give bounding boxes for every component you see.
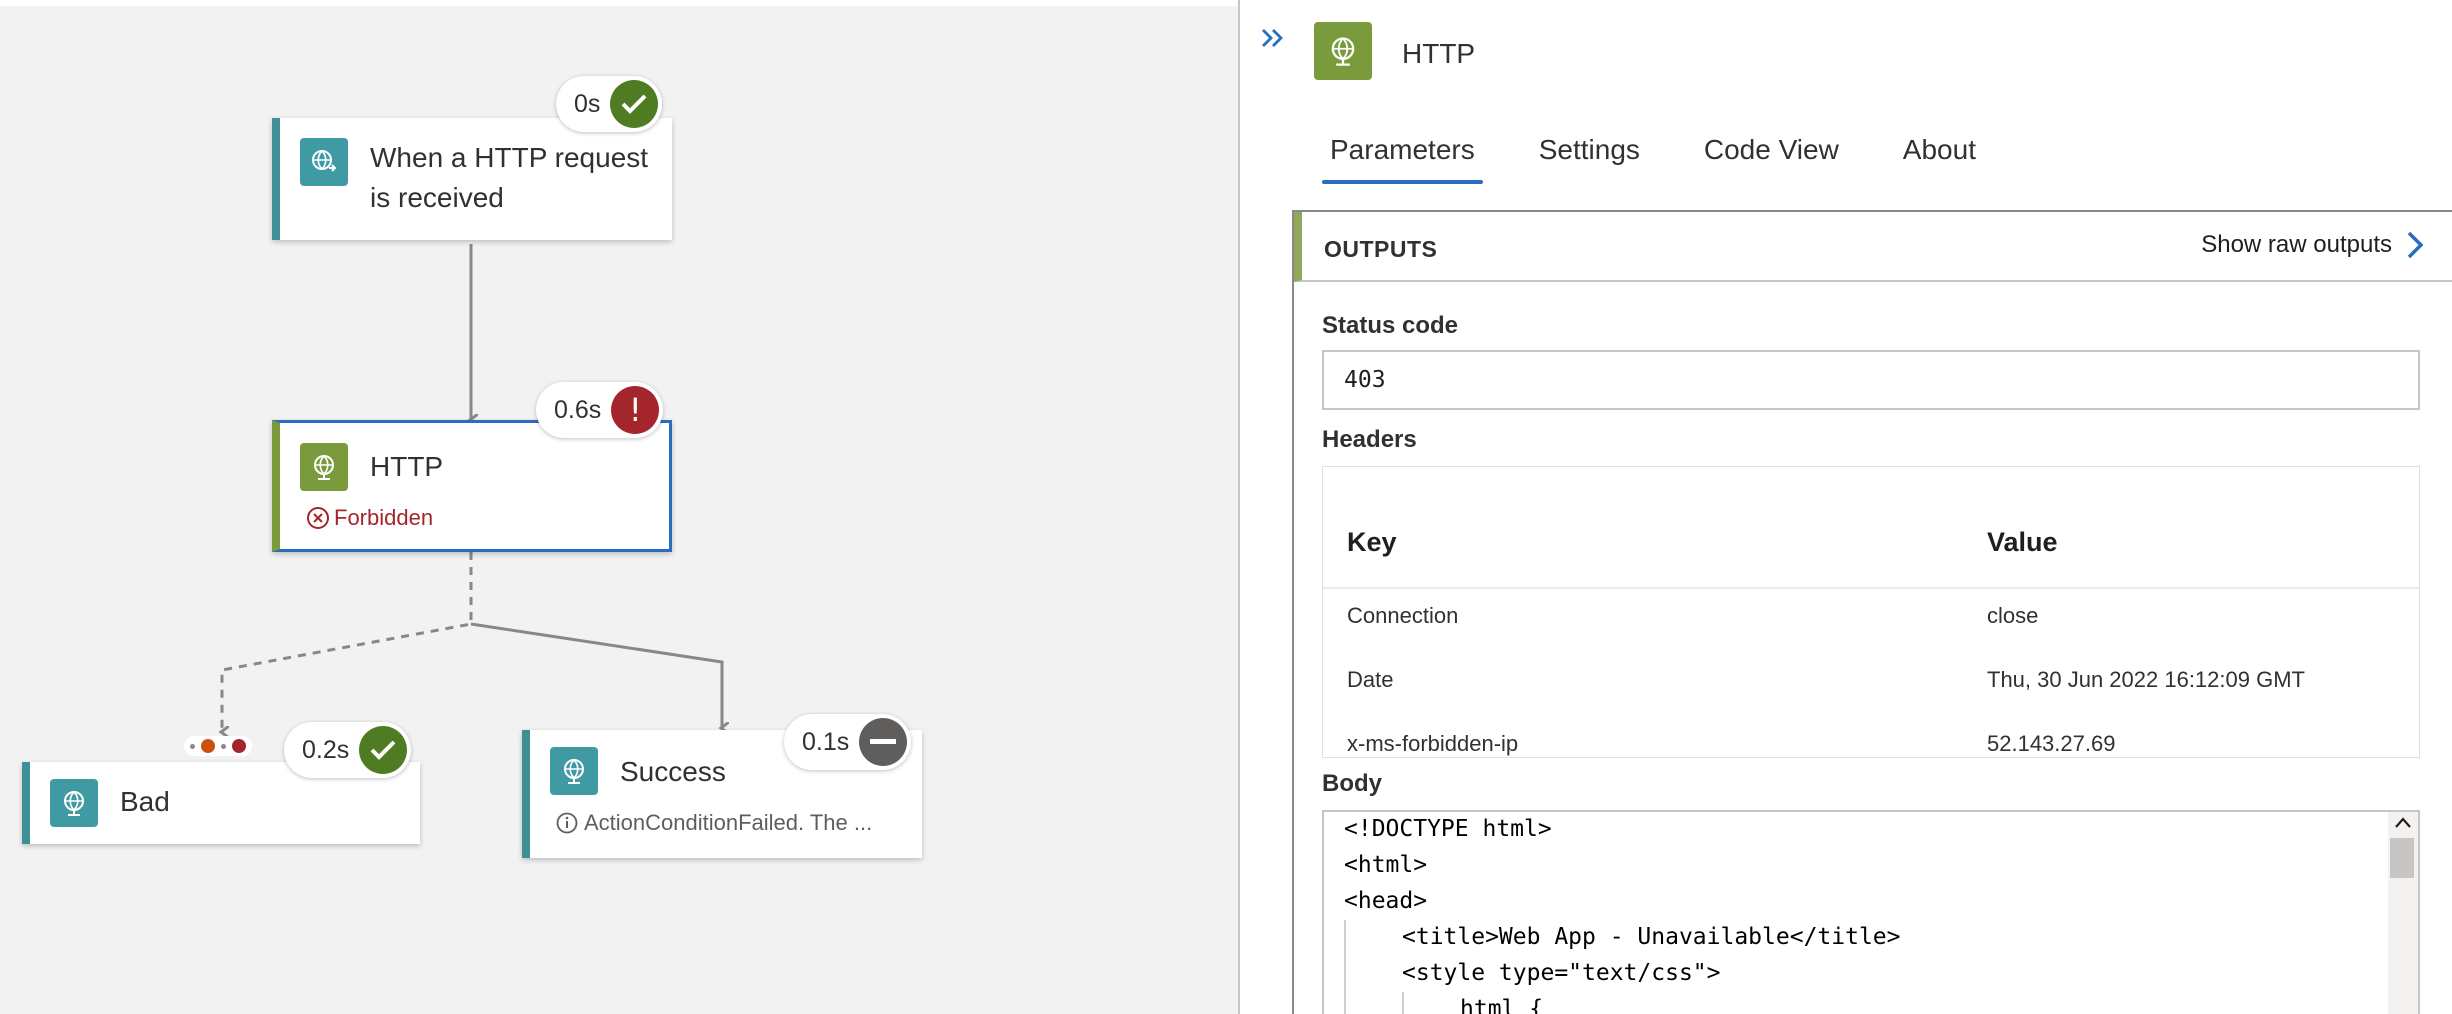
status-code-label: Status code <box>1322 312 1459 339</box>
bad-run-badge: 0.2s <box>284 722 412 778</box>
headers-label: Headers <box>1322 426 1417 453</box>
outputs-section: OUTPUTS Show raw outputs Status code 403… <box>1292 210 2452 1014</box>
skipped-icon <box>859 718 908 766</box>
body-code-editor[interactable]: <!DOCTYPE html> <html> <head> <title>Web… <box>1322 810 2420 1014</box>
success-duration: 0.1s <box>802 727 850 756</box>
tab-code-view[interactable]: Code View <box>1696 134 1847 184</box>
code-line: <title>Web App - Unavailable</title> <box>1402 924 1901 950</box>
trigger-title: When a HTTP request is received <box>370 138 648 218</box>
timedout-dot <box>232 739 246 753</box>
panel-title: HTTP <box>1402 38 1476 69</box>
http-duration: 0.6s <box>554 395 602 424</box>
tab-about[interactable]: About <box>1895 134 1984 184</box>
http-globe-icon <box>300 443 348 491</box>
success-check-icon <box>610 80 659 128</box>
success-title: Success <box>620 756 726 787</box>
header-value: Thu, 30 Jun 2022 16:12:09 GMT <box>1987 667 2305 692</box>
tab-parameters[interactable]: Parameters <box>1322 134 1483 184</box>
tab-settings[interactable]: Settings <box>1531 134 1648 184</box>
code-line: <head> <box>1344 888 1428 914</box>
show-raw-outputs-link[interactable]: Show raw outputs <box>2201 230 2424 260</box>
headers-table[interactable]: Key Value Connection close Date Thu, 30 … <box>1322 466 2420 758</box>
success-message: ActionConditionFailed. The ... <box>556 810 872 836</box>
http-status: Forbidden <box>306 505 433 531</box>
collapse-panel-button[interactable] <box>1260 26 1286 55</box>
panel-tabs: Parameters Settings Code View About <box>1322 134 2032 184</box>
headers-key-column: Key <box>1347 527 1397 557</box>
success-check-icon <box>359 726 408 774</box>
indent-guide <box>1344 920 1346 1014</box>
run-after-indicator <box>184 736 252 756</box>
trigger-duration: 0s <box>574 89 601 118</box>
http-status-text: Forbidden <box>334 505 434 530</box>
connector-http-to-bad <box>222 552 473 732</box>
failed-dot <box>201 739 215 753</box>
trigger-card[interactable]: When a HTTP request is received <box>272 118 672 240</box>
outputs-header[interactable]: OUTPUTS Show raw outputs <box>1294 212 2452 282</box>
code-line: <!DOCTYPE html> <box>1344 816 1552 842</box>
response-icon <box>550 747 598 795</box>
body-label: Body <box>1322 770 1382 797</box>
success-message-text: ActionConditionFailed. The ... <box>584 810 873 835</box>
header-value: 52.143.27.69 <box>1987 731 2116 756</box>
scroll-up-icon[interactable] <box>2394 816 2412 830</box>
headers-table-header: Key Value <box>1323 467 2419 589</box>
panel-http-icon <box>1314 22 1372 80</box>
action-details-panel: HTTP Parameters Settings Code View About… <box>1238 0 2452 1014</box>
code-line: <html> <box>1344 852 1428 878</box>
header-key: x-ms-forbidden-ip <box>1347 731 1519 756</box>
response-icon <box>50 779 98 827</box>
double-chevron-right-icon <box>1262 29 1283 47</box>
trigger-title-line1: When a HTTP request <box>370 142 649 173</box>
status-code-field[interactable]: 403 <box>1322 350 2420 410</box>
chevron-right-icon <box>2407 231 2424 259</box>
code-line: html { <box>1460 996 1544 1014</box>
connector-http-to-success <box>470 622 722 728</box>
success-run-badge: 0.1s <box>784 714 912 770</box>
show-raw-outputs-label: Show raw outputs <box>2201 231 2392 258</box>
header-key: Connection <box>1347 603 1459 628</box>
headers-value-column: Value <box>1987 527 2058 557</box>
info-icon <box>556 812 578 834</box>
http-run-badge: 0.6s ! <box>536 382 664 438</box>
error-exclamation-icon: ! <box>611 386 660 434</box>
http-action-card[interactable]: HTTP Forbidden <box>272 420 672 552</box>
indent-guide <box>1402 992 1404 1014</box>
http-title: HTTP <box>370 451 444 482</box>
body-scrollbar[interactable] <box>2388 812 2418 1014</box>
header-key: Date <box>1347 667 1394 692</box>
trigger-title-line2: is received <box>370 182 504 213</box>
code-line: <style type="text/css"> <box>1402 960 1721 986</box>
bad-duration: 0.2s <box>302 735 350 764</box>
header-value: close <box>1987 603 2039 628</box>
error-circle-icon <box>307 507 329 529</box>
bad-title: Bad <box>120 786 170 817</box>
scrollbar-thumb[interactable] <box>2390 838 2414 878</box>
designer-canvas[interactable]: When a HTTP request is received 0s HTTP … <box>0 0 1238 1014</box>
request-trigger-icon <box>300 138 348 186</box>
outputs-label: OUTPUTS <box>1324 236 1438 262</box>
trigger-run-badge: 0s <box>556 76 663 132</box>
